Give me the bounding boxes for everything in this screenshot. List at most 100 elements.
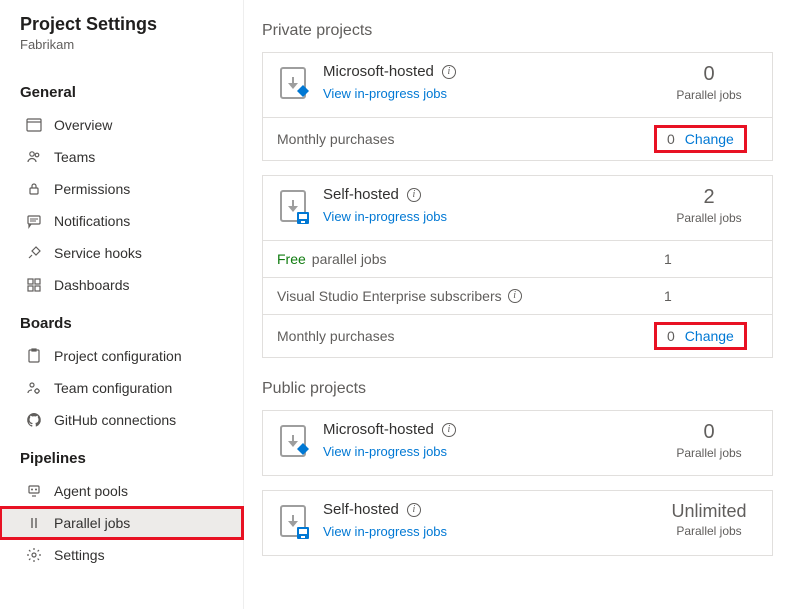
info-icon[interactable]: i <box>508 289 522 303</box>
free-count: 1 <box>664 251 672 267</box>
sidebar-item-settings[interactable]: Settings <box>0 539 243 571</box>
sidebar-item-label: Teams <box>54 149 95 165</box>
sidebar-item-label: Parallel jobs <box>54 515 130 531</box>
card-count-block: 0 Parallel jobs <box>664 63 754 102</box>
card-title: Microsoft-hosted <box>323 63 434 80</box>
card-private-self-hosted: Self-hosted i View in-progress jobs 2 Pa… <box>262 175 773 358</box>
team-gear-icon <box>26 380 42 396</box>
card-body: Self-hosted i View in-progress jobs <box>323 186 447 224</box>
row-label: Free parallel jobs <box>277 251 654 267</box>
card-public-ms-hosted: Microsoft-hosted i View in-progress jobs… <box>262 410 773 476</box>
sidebar: Project Settings Fabrikam General Overvi… <box>0 0 244 609</box>
private-projects-heading: Private projects <box>262 22 773 40</box>
change-link[interactable]: Change <box>685 131 734 147</box>
free-jobs-row: Free parallel jobs 1 <box>263 240 772 277</box>
parallel-jobs-label: Parallel jobs <box>664 211 754 225</box>
vse-row: Visual Studio Enterprise subscribers i 1 <box>263 277 772 314</box>
sidebar-item-label: Dashboards <box>54 277 130 293</box>
sidebar-item-label: Settings <box>54 547 105 563</box>
dashboard-icon <box>26 277 42 293</box>
view-jobs-link[interactable]: View in-progress jobs <box>323 86 447 101</box>
github-icon <box>26 412 42 428</box>
sidebar-item-dashboards[interactable]: Dashboards <box>0 269 243 301</box>
teams-icon <box>26 149 42 165</box>
card-count-block: Unlimited Parallel jobs <box>664 501 754 538</box>
parallel-jobs-count: Unlimited <box>664 501 754 522</box>
info-icon[interactable]: i <box>407 188 421 202</box>
sidebar-item-notifications[interactable]: Notifications <box>0 205 243 237</box>
row-label: Monthly purchases <box>277 131 654 147</box>
self-hosted-icon <box>277 188 311 226</box>
sidebar-item-label: Service hooks <box>54 245 142 261</box>
sidebar-group-pipelines: Pipelines <box>0 436 243 475</box>
parallel-jobs-label: Parallel jobs <box>664 524 754 538</box>
sidebar-group-general: General <box>0 70 243 109</box>
chat-icon <box>26 213 42 229</box>
overview-icon <box>26 117 42 133</box>
sidebar-item-agent-pools[interactable]: Agent pools <box>0 475 243 507</box>
purchase-change-highlight: 0 Change <box>654 125 747 153</box>
purchase-count: 0 <box>667 328 675 344</box>
sidebar-item-permissions[interactable]: Permissions <box>0 173 243 205</box>
free-label: Free <box>277 251 306 267</box>
purchase-change-highlight: 0 Change <box>654 322 747 350</box>
free-suffix: parallel jobs <box>312 251 387 267</box>
sidebar-item-label: Overview <box>54 117 112 133</box>
sidebar-item-overview[interactable]: Overview <box>0 109 243 141</box>
card-count-block: 2 Parallel jobs <box>664 186 754 225</box>
vse-count: 1 <box>664 288 672 304</box>
card-private-ms-hosted: Microsoft-hosted i View in-progress jobs… <box>262 52 773 161</box>
sidebar-item-label: Notifications <box>54 213 130 229</box>
sidebar-item-label: Permissions <box>54 181 130 197</box>
sidebar-item-parallel-jobs[interactable]: Parallel jobs <box>0 507 243 539</box>
sidebar-item-team-config[interactable]: Team configuration <box>0 372 243 404</box>
change-link[interactable]: Change <box>685 328 734 344</box>
card-count-block: 0 Parallel jobs <box>664 421 754 460</box>
info-icon[interactable]: i <box>442 65 456 79</box>
ms-hosted-icon <box>277 423 311 461</box>
info-icon[interactable]: i <box>407 503 421 517</box>
parallel-jobs-count: 0 <box>664 421 754 444</box>
view-jobs-link[interactable]: View in-progress jobs <box>323 444 447 459</box>
parallel-jobs-count: 0 <box>664 63 754 86</box>
card-head: Microsoft-hosted i View in-progress jobs… <box>263 53 772 117</box>
info-icon[interactable]: i <box>442 423 456 437</box>
parallel-jobs-count: 2 <box>664 186 754 209</box>
card-head: Self-hosted i View in-progress jobs 2 Pa… <box>263 176 772 240</box>
card-public-self-hosted: Self-hosted i View in-progress jobs Unli… <box>262 490 773 556</box>
parallel-jobs-label: Parallel jobs <box>664 446 754 460</box>
sidebar-item-label: Project configuration <box>54 348 182 364</box>
sidebar-item-teams[interactable]: Teams <box>0 141 243 173</box>
parallel-icon <box>26 515 42 531</box>
row-label: Monthly purchases <box>277 328 654 344</box>
page-title: Project Settings <box>20 14 223 35</box>
card-body: Microsoft-hosted i View in-progress jobs <box>323 63 456 101</box>
card-title: Self-hosted <box>323 501 399 518</box>
row-label: Visual Studio Enterprise subscribers i <box>277 288 654 304</box>
gear-icon <box>26 547 42 563</box>
sidebar-item-project-config[interactable]: Project configuration <box>0 340 243 372</box>
card-body: Microsoft-hosted i View in-progress jobs <box>323 421 456 459</box>
sidebar-header: Project Settings Fabrikam <box>0 14 243 70</box>
lock-icon <box>26 181 42 197</box>
vse-label: Visual Studio Enterprise subscribers <box>277 288 502 304</box>
plug-icon <box>26 245 42 261</box>
self-hosted-icon <box>277 503 311 541</box>
card-body: Self-hosted i View in-progress jobs <box>323 501 447 539</box>
sidebar-item-service-hooks[interactable]: Service hooks <box>0 237 243 269</box>
monthly-purchases-row: Monthly purchases 0 Change <box>263 117 772 160</box>
ms-hosted-icon <box>277 65 311 103</box>
main-content: Private projects Microsoft-hosted i View… <box>244 0 795 609</box>
sidebar-item-github[interactable]: GitHub connections <box>0 404 243 436</box>
view-jobs-link[interactable]: View in-progress jobs <box>323 209 447 224</box>
sidebar-item-label: Agent pools <box>54 483 128 499</box>
sidebar-item-label: GitHub connections <box>54 412 176 428</box>
sidebar-group-boards: Boards <box>0 301 243 340</box>
view-jobs-link[interactable]: View in-progress jobs <box>323 524 447 539</box>
card-head: Self-hosted i View in-progress jobs Unli… <box>263 491 772 555</box>
card-title: Self-hosted <box>323 186 399 203</box>
agent-icon <box>26 483 42 499</box>
monthly-purchases-row: Monthly purchases 0 Change <box>263 314 772 357</box>
purchase-count: 0 <box>667 131 675 147</box>
card-head: Microsoft-hosted i View in-progress jobs… <box>263 411 772 475</box>
